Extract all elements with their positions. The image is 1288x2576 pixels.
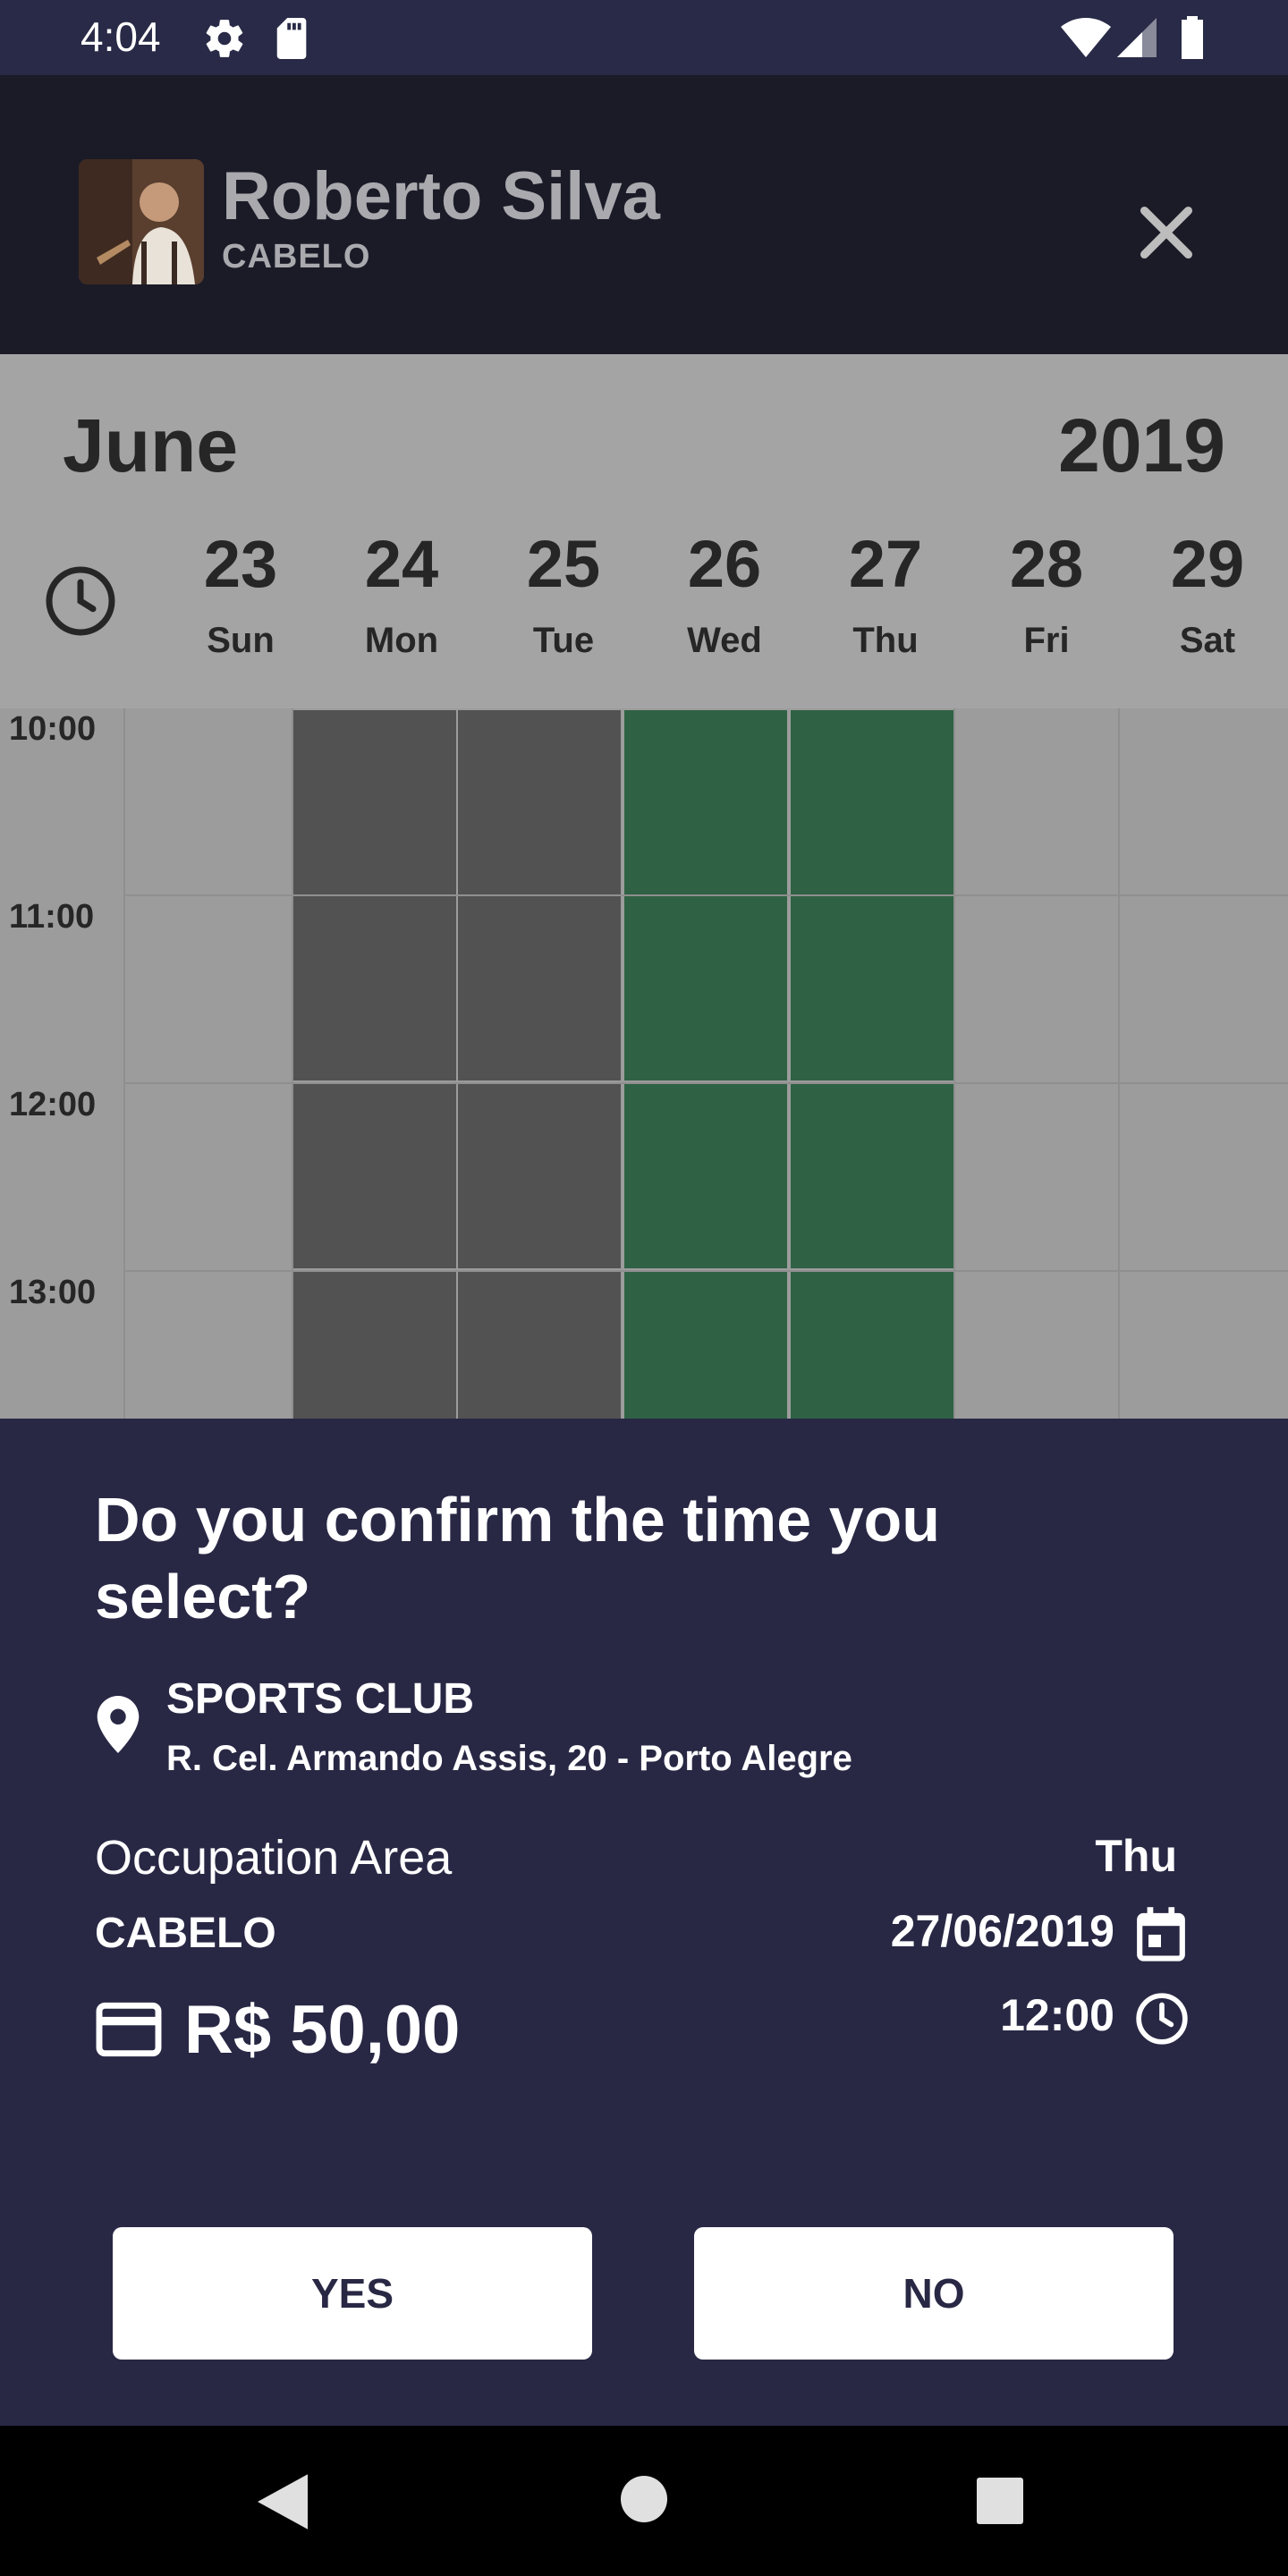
avatar	[79, 159, 204, 284]
sd-card-icon	[276, 18, 307, 59]
calendar-view: June 2019 23 Sun 24 Mon 25 Tue 26 Wed 27…	[0, 354, 1288, 1419]
price: R$ 50,00	[184, 1992, 461, 2068]
back-icon[interactable]	[258, 2474, 308, 2529]
time-slot-busy	[458, 1272, 621, 1419]
status-bar: 4:04	[0, 0, 1288, 75]
day-name: Wed	[687, 621, 762, 660]
calendar-icon	[1137, 1907, 1185, 1962]
profile-header: Roberto Silva CABELO	[0, 75, 1288, 354]
yes-button[interactable]: YES	[113, 2227, 592, 2360]
selected-time: 12:00	[1000, 1990, 1114, 2040]
time-slot-available[interactable]	[624, 896, 787, 1080]
location-pin-icon	[97, 1696, 140, 1753]
time-slot-available[interactable]	[791, 896, 953, 1080]
gear-icon	[206, 20, 243, 57]
signal-icon	[1117, 18, 1157, 57]
month-label: June	[63, 403, 239, 487]
professional-name: Roberto Silva	[222, 158, 660, 234]
home-icon[interactable]	[621, 2476, 667, 2522]
time-slot-available[interactable]	[791, 1084, 953, 1268]
time-slot-busy	[458, 1084, 621, 1268]
year-label: 2019	[1058, 403, 1225, 487]
no-button[interactable]: NO	[694, 2227, 1174, 2360]
day-number[interactable]: 25	[492, 526, 635, 602]
selected-date: 27/06/2019	[890, 1906, 1114, 1956]
credit-card-icon	[96, 2002, 162, 2057]
place-address: R. Cel. Armando Assis, 20 - Porto Alegre	[166, 1739, 852, 1778]
time-slot-available[interactable]	[791, 1272, 953, 1419]
hour-label: 12:00	[9, 1086, 97, 1123]
hour-label: 10:00	[9, 710, 97, 748]
day-number[interactable]: 24	[330, 526, 473, 602]
grid-line	[1118, 708, 1120, 1419]
day-name: Sat	[1179, 621, 1236, 660]
day-number[interactable]: 23	[169, 526, 312, 602]
day-number[interactable]: 29	[1136, 526, 1279, 602]
time-slot-busy	[293, 896, 456, 1080]
day-name: Fri	[1023, 621, 1070, 660]
day-number[interactable]: 27	[814, 526, 957, 602]
hour-label: 13:00	[9, 1274, 97, 1311]
battery-icon	[1182, 16, 1203, 59]
confirm-sheet: Do you confirm the time you select? SPOR…	[0, 1419, 1288, 2426]
hour-label: 11:00	[9, 898, 95, 936]
grid-line	[953, 708, 955, 1419]
day-number[interactable]: 28	[975, 526, 1118, 602]
recent-apps-icon[interactable]	[977, 2478, 1023, 2524]
day-name: Tue	[532, 621, 595, 660]
confirm-title: Do you confirm the time you select?	[95, 1485, 941, 1631]
time-slot-available[interactable]	[624, 710, 787, 894]
system-nav-bar	[0, 2426, 1288, 2576]
professional-category: CABELO	[222, 238, 371, 275]
time-slot-busy	[458, 710, 621, 894]
place-name: SPORTS CLUB	[166, 1675, 475, 1723]
status-time: 4:04	[80, 13, 161, 60]
day-number[interactable]: 26	[653, 526, 796, 602]
time-slot-busy	[293, 1272, 456, 1419]
time-slot-available[interactable]	[624, 1084, 787, 1268]
time-slot-busy	[458, 896, 621, 1080]
occupation-area-label: Occupation Area	[95, 1831, 453, 1885]
day-name: Sun	[207, 621, 275, 660]
day-name: Thu	[852, 621, 919, 660]
grid-line	[123, 708, 125, 1419]
time-slot-busy	[293, 710, 456, 894]
time-slot-busy	[293, 1084, 456, 1268]
clock-icon	[46, 566, 115, 636]
close-icon[interactable]	[1129, 195, 1204, 270]
time-slot-available[interactable]	[791, 710, 953, 894]
time-slot-available[interactable]	[624, 1272, 787, 1419]
occupation-area-value: CABELO	[95, 1910, 276, 1957]
wifi-icon	[1061, 18, 1111, 57]
clock-icon	[1136, 1993, 1188, 2045]
day-name: Mon	[364, 621, 439, 660]
selected-weekday: Thu	[1095, 1831, 1177, 1881]
